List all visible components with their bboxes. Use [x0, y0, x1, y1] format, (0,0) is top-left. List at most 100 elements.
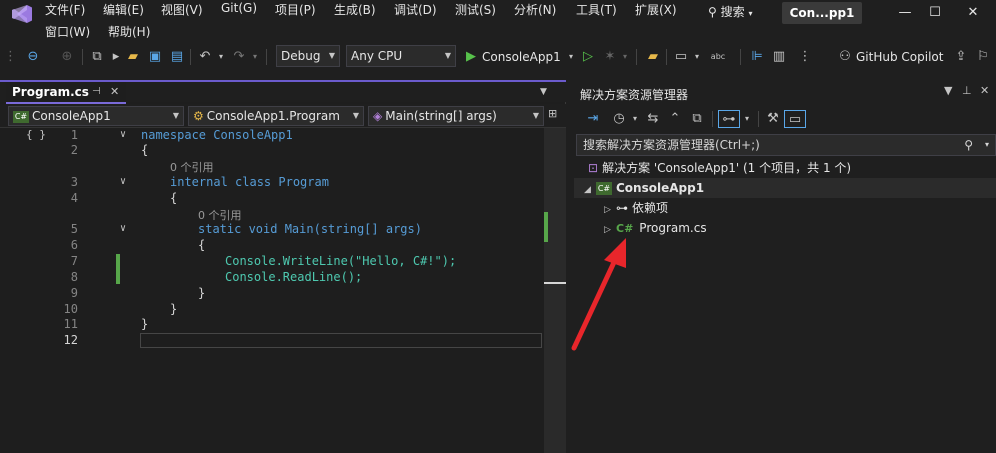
- toolbar-options-icon[interactable]: ⋮: [798, 48, 812, 66]
- chevron-down-icon: ▼: [532, 111, 539, 120]
- close-icon[interactable]: ✕: [980, 84, 989, 97]
- undo-dropdown-icon[interactable]: ▾: [216, 48, 226, 66]
- collapsed-triangle-icon[interactable]: ▷: [604, 200, 616, 220]
- feedback-icon[interactable]: ⚐: [974, 48, 992, 66]
- type-nav-select[interactable]: ⚙ ConsoleApp1.Program ▼: [188, 106, 364, 126]
- menu-project[interactable]: 项目(P): [275, 1, 316, 18]
- menu-tools[interactable]: 工具(T): [576, 1, 617, 18]
- pending-changes-dropdown-icon[interactable]: ▾: [630, 110, 640, 128]
- menu-build[interactable]: 生成(B): [334, 1, 376, 18]
- solution-platform-select[interactable]: Any CPU ▼: [346, 45, 456, 67]
- close-window-button[interactable]: ✕: [950, 0, 996, 26]
- codelens-references[interactable]: 0 个引用: [170, 159, 214, 175]
- chevron-down-icon: ▼: [352, 111, 359, 120]
- project-label: ConsoleApp1: [616, 181, 705, 195]
- properties-icon[interactable]: ⚒: [764, 110, 782, 128]
- search-options-dropdown-icon[interactable]: ▾: [985, 135, 989, 155]
- share-icon[interactable]: ⇪: [952, 48, 970, 66]
- folder-view-icon[interactable]: ▰: [644, 48, 662, 66]
- fold-chevron-icon[interactable]: ∨: [120, 223, 126, 234]
- fold-chevron-icon[interactable]: ∨: [120, 176, 126, 187]
- dependencies-label: 依赖项: [632, 201, 669, 215]
- new-project-icon[interactable]: ⧉: [88, 48, 106, 66]
- preview-selected-items-icon[interactable]: ▭: [784, 110, 806, 128]
- filter-dropdown-icon[interactable]: ▾: [742, 110, 752, 128]
- uncomment-icon[interactable]: ▥: [770, 48, 788, 66]
- hot-reload-icon[interactable]: ✶: [602, 48, 618, 66]
- tree-item-project[interactable]: ◢ C# ConsoleApp1: [574, 178, 996, 198]
- window-position-dropdown-icon[interactable]: ▼: [944, 84, 952, 97]
- solution-configuration-select[interactable]: Debug ▼: [276, 45, 340, 67]
- comment-icon[interactable]: ⊫: [748, 48, 766, 66]
- member-nav-select[interactable]: ◈ Main(string[] args) ▼: [368, 106, 544, 126]
- copilot-icon[interactable]: ⚇: [836, 48, 854, 66]
- copy-icon[interactable]: ⧉: [688, 110, 706, 128]
- save-all-icon[interactable]: ▤: [168, 48, 186, 66]
- undo-icon[interactable]: ↶: [196, 48, 214, 66]
- expanded-triangle-icon[interactable]: ◢: [584, 180, 596, 200]
- toolbar-grip-icon: ⋮: [4, 49, 17, 64]
- tab-program-cs[interactable]: Program.cs ⊣ ✕: [6, 82, 126, 104]
- open-file-icon[interactable]: ▸: [110, 48, 122, 66]
- code-line: }: [141, 317, 149, 331]
- split-editor-icon[interactable]: ⊞: [548, 107, 557, 120]
- menu-debug[interactable]: 调试(D): [394, 1, 437, 18]
- menu-analyze[interactable]: 分析(N): [514, 1, 556, 18]
- tree-item-dependencies[interactable]: ▷ ⊶ 依赖项: [604, 198, 668, 218]
- pin-icon[interactable]: ⊣: [92, 82, 101, 102]
- menu-help[interactable]: 帮助(H): [108, 23, 150, 40]
- code-line: Console.WriteLine("Hello, C#!");: [225, 254, 457, 268]
- start-project-dropdown-icon[interactable]: ▾: [566, 48, 576, 66]
- tree-item-solution[interactable]: ⊡ 解决方案 'ConsoleApp1' (1 个项目，共 1 个): [588, 158, 851, 178]
- solution-name-badge: Con...pp1: [782, 2, 862, 24]
- line-number: 10: [63, 302, 78, 316]
- code-line: namespace ConsoleApp1: [141, 128, 293, 142]
- code-text-area[interactable]: { } 1 2 3 4 5 6 7 8 9 10 11 12 ∨ ∨ ∨ nam…: [0, 128, 544, 453]
- menu-window[interactable]: 窗口(W): [45, 23, 90, 40]
- start-project-button[interactable]: ConsoleApp1: [482, 48, 566, 66]
- solution-explorer-search-input[interactable]: 搜索解决方案资源管理器(Ctrl+;) ⚲ ▾: [576, 134, 996, 156]
- menu-extensions[interactable]: 扩展(X): [635, 1, 677, 18]
- fold-chevron-icon[interactable]: ∨: [120, 129, 126, 140]
- line-number: 4: [70, 191, 78, 205]
- collapse-all-icon[interactable]: ⌃: [666, 110, 684, 128]
- layout-icon[interactable]: ▭: [672, 48, 690, 66]
- code-editor-pane: Program.cs ⊣ ✕ ▼ C# ConsoleApp1 ▼ ⚙ Consol…: [0, 80, 566, 453]
- layout-dropdown-icon[interactable]: ▾: [692, 48, 702, 66]
- pending-changes-icon[interactable]: ◷: [610, 110, 628, 128]
- filter-icon[interactable]: ⊶: [718, 110, 740, 128]
- menu-edit[interactable]: 编辑(E): [103, 1, 144, 18]
- menu-git[interactable]: Git(G): [221, 1, 257, 15]
- github-copilot-button[interactable]: GitHub Copilot: [856, 48, 948, 66]
- search-placeholder: 搜索解决方案资源管理器(Ctrl+;): [583, 138, 760, 152]
- sync-with-document-icon[interactable]: ⇆: [644, 110, 662, 128]
- search-box[interactable]: ⚲ 搜索 ▾: [700, 1, 760, 23]
- solution-explorer-toolbar: ⇥ ◷ ▾ ⇆ ⌃ ⧉ ⊶ ▾ ⚒ ▭: [574, 106, 996, 132]
- menu-view[interactable]: 视图(V): [161, 1, 203, 18]
- search-icon: ⚲: [708, 5, 717, 19]
- start-without-debugging-icon[interactable]: ▷: [580, 48, 596, 66]
- menu-file[interactable]: 文件(F): [45, 1, 85, 18]
- codelens-references[interactable]: 0 个引用: [198, 207, 242, 223]
- line-number: 7: [70, 254, 78, 268]
- solution-explorer-title: 解决方案资源管理器: [580, 88, 689, 102]
- changed-lines-marker: [116, 254, 120, 284]
- navigate-back-icon[interactable]: ⊖: [24, 48, 42, 66]
- type-nav-value: ConsoleApp1.Program: [206, 109, 340, 123]
- open-folder-icon[interactable]: ▰: [124, 48, 142, 66]
- redo-icon[interactable]: ↷: [230, 48, 248, 66]
- hot-reload-dropdown-icon[interactable]: ▾: [620, 48, 630, 66]
- pin-icon[interactable]: ⊥: [962, 84, 972, 97]
- save-icon[interactable]: ▣: [146, 48, 164, 66]
- redo-dropdown-icon[interactable]: ▾: [250, 48, 260, 66]
- tab-overflow-dropdown-icon[interactable]: ▼: [540, 82, 547, 102]
- project-nav-select[interactable]: C# ConsoleApp1 ▼: [8, 106, 184, 126]
- menu-test[interactable]: 测试(S): [455, 1, 496, 18]
- navigation-bar: C# ConsoleApp1 ▼ ⚙ ConsoleApp1.Program ▼ ◈…: [0, 104, 566, 128]
- start-debugging-icon[interactable]: ▶: [464, 48, 478, 66]
- close-icon[interactable]: ✕: [110, 82, 119, 102]
- solution-configuration-value: Debug: [281, 49, 321, 63]
- navigate-forward-icon[interactable]: ⊕: [58, 48, 76, 66]
- switch-views-icon[interactable]: ⇥: [584, 110, 602, 128]
- spell-check-icon[interactable]: abc: [708, 48, 728, 66]
